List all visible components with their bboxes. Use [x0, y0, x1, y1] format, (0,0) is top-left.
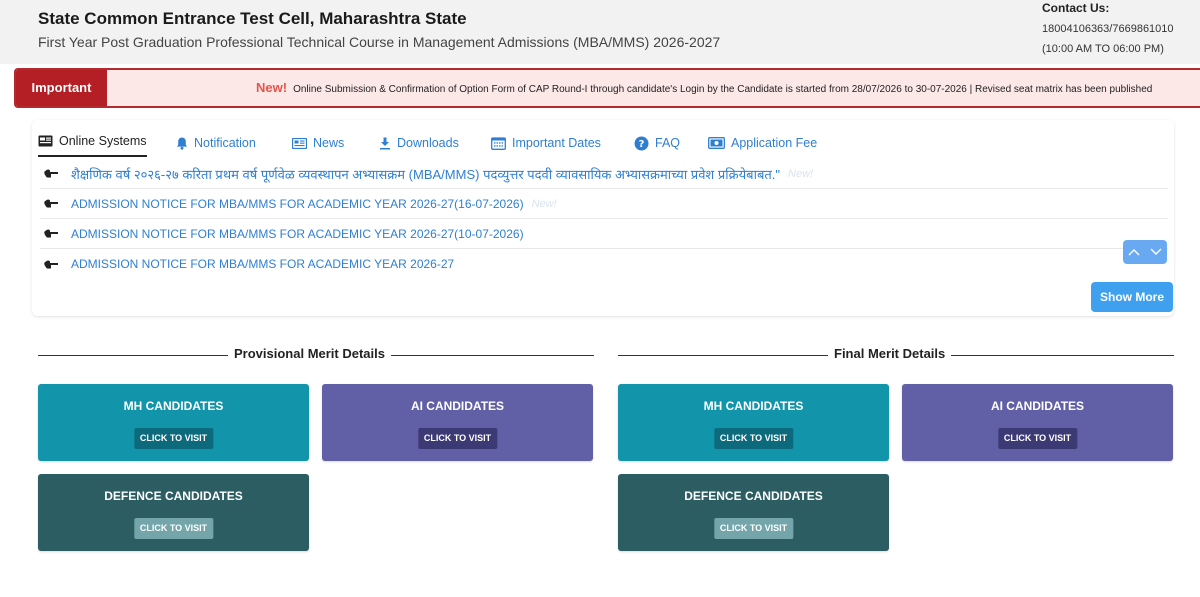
tab-application-fee[interactable]: Application Fee	[708, 129, 817, 157]
ticker-new-badge: New!	[256, 80, 288, 95]
notice-link[interactable]: ADMISSION NOTICE FOR MBA/MMS FOR ACADEMI…	[71, 227, 524, 241]
notice-link[interactable]: शैक्षणिक वर्ष २०२६-२७ करिता प्रथम वर्ष प…	[71, 165, 780, 183]
list-item: ADMISSION NOTICE FOR MBA/MMS FOR ACADEMI…	[40, 219, 1168, 249]
tab-label: Downloads	[397, 136, 459, 150]
tab-important-dates[interactable]: Important Dates	[491, 129, 601, 157]
contact-phone[interactable]: 18004106363/7669861010	[1042, 23, 1174, 35]
click-to-visit-button[interactable]: CLICK TO VISIT	[713, 428, 794, 449]
final-mh-card: MH CANDIDATES CLICK TO VISIT	[618, 384, 889, 461]
pointing-hand-icon	[44, 199, 58, 208]
chevron-down-icon[interactable]	[1150, 248, 1162, 256]
card-title: DEFENCE CANDIDATES	[684, 489, 823, 503]
notice-link[interactable]: ADMISSION NOTICE FOR MBA/MMS FOR ACADEMI…	[71, 257, 454, 271]
money-icon	[708, 137, 725, 149]
tab-label: Online Systems	[59, 133, 147, 148]
list-item: ADMISSION NOTICE FOR MBA/MMS FOR ACADEMI…	[40, 189, 1168, 219]
tab-notification[interactable]: Notification	[176, 129, 256, 157]
contact-label: Contact Us:	[1042, 1, 1110, 15]
click-to-visit-button[interactable]: CLICK TO VISIT	[133, 428, 214, 449]
card-title: DEFENCE CANDIDATES	[104, 489, 243, 503]
pointing-hand-icon	[44, 229, 58, 238]
pointing-hand-icon	[44, 260, 58, 269]
important-ticker: Important New! Online Submission & Confir…	[14, 68, 1200, 108]
provisional-merit-heading: Provisional Merit Details	[38, 346, 594, 364]
list-item: शैक्षणिक वर्ष २०२६-२७ करिता प्रथम वर्ष प…	[40, 159, 1168, 189]
final-defence-card: DEFENCE CANDIDATES CLICK TO VISIT	[618, 474, 889, 551]
ticker-text[interactable]: Online Submission & Confirmation of Opti…	[293, 84, 1152, 95]
tab-label: FAQ	[655, 136, 681, 150]
svg-text:?: ?	[639, 139, 645, 150]
provisional-ai-card: AI CANDIDATES CLICK TO VISIT	[322, 384, 593, 461]
calendar-icon	[491, 136, 506, 150]
site-subtitle: First Year Post Graduation Professional …	[38, 34, 721, 50]
click-to-visit-button[interactable]: CLICK TO VISIT	[997, 428, 1078, 449]
provisional-mh-card: MH CANDIDATES CLICK TO VISIT	[38, 384, 309, 461]
notice-link[interactable]: ADMISSION NOTICE FOR MBA/MMS FOR ACADEMI…	[71, 197, 524, 211]
provisional-defence-card: DEFENCE CANDIDATES CLICK TO VISIT	[38, 474, 309, 551]
tab-label: Important Dates	[512, 136, 601, 150]
final-merit-heading: Final Merit Details	[618, 346, 1174, 364]
card-title: AI CANDIDATES	[410, 399, 505, 413]
ticker-message[interactable]: New! Online Submission & Confirmation of …	[256, 70, 1152, 106]
card-title: MH CANDIDATES	[123, 399, 224, 413]
info-panel: Online Systems Notification News Downloa…	[32, 120, 1174, 316]
pointing-hand-icon	[44, 169, 58, 178]
monitor-icon	[38, 135, 53, 146]
contact-hours: (10:00 AM TO 06:00 PM)	[1042, 43, 1164, 55]
scroll-controls	[1123, 240, 1167, 264]
section-title: Provisional Merit Details	[228, 346, 391, 361]
tab-label: Application Fee	[731, 136, 818, 150]
final-ai-card: AI CANDIDATES CLICK TO VISIT	[902, 384, 1173, 461]
tab-downloads[interactable]: Downloads	[379, 129, 459, 157]
new-badge: New!	[788, 167, 814, 180]
card-title: AI CANDIDATES	[990, 399, 1085, 413]
click-to-visit-button[interactable]: CLICK TO VISIT	[133, 518, 214, 539]
new-badge: New!	[531, 197, 557, 210]
list-item: ADMISSION NOTICE FOR MBA/MMS FOR ACADEMI…	[40, 249, 1168, 279]
tab-online-systems[interactable]: Online Systems	[38, 129, 147, 157]
tab-label: Notification	[194, 136, 256, 150]
bell-icon	[176, 137, 188, 150]
click-to-visit-button[interactable]: CLICK TO VISIT	[417, 428, 498, 449]
section-title: Final Merit Details	[828, 346, 952, 361]
site-title: State Common Entrance Test Cell, Maharas…	[38, 9, 467, 28]
click-to-visit-button[interactable]: CLICK TO VISIT	[713, 518, 794, 539]
important-label: Important	[16, 70, 107, 106]
download-icon	[380, 137, 390, 149]
question-icon: ?	[634, 136, 649, 150]
tab-faq[interactable]: ? FAQ	[634, 129, 680, 157]
tab-news[interactable]: News	[292, 129, 344, 157]
chevron-up-icon[interactable]	[1128, 248, 1140, 256]
show-more-button[interactable]: Show More	[1091, 282, 1173, 312]
site-header: State Common Entrance Test Cell, Maharas…	[0, 0, 1200, 64]
card-title: MH CANDIDATES	[703, 399, 804, 413]
notice-list: शैक्षणिक वर्ष २०२६-२७ करिता प्रथम वर्ष प…	[40, 159, 1168, 279]
newspaper-icon	[292, 137, 307, 149]
tab-label: News	[313, 136, 345, 150]
